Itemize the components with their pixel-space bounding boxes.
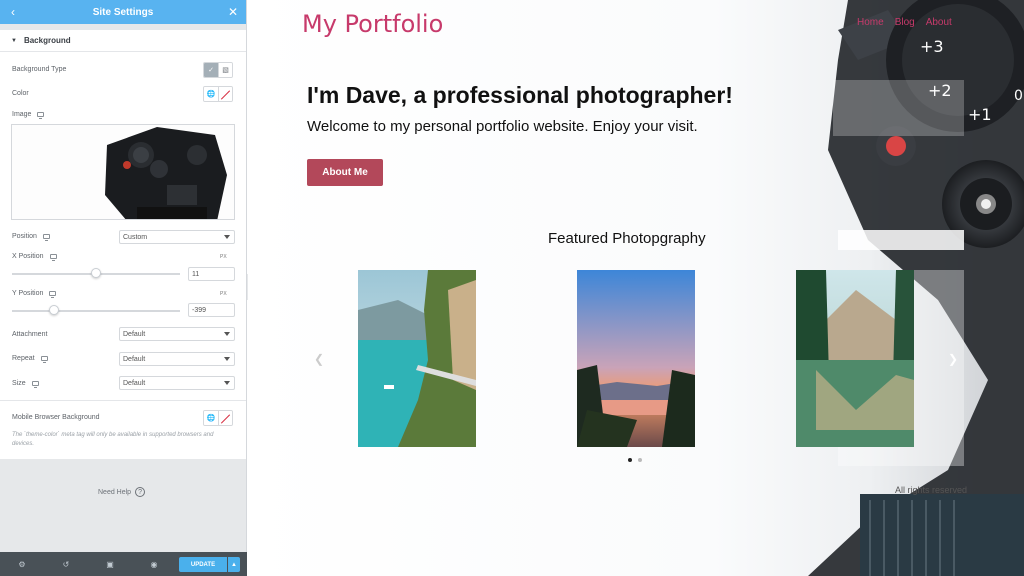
history-icon[interactable]: ↺ <box>44 552 88 576</box>
size-select[interactable]: Default <box>119 376 235 390</box>
footer-copyright: All rights reserved <box>895 485 968 495</box>
camera-thumbnail <box>12 125 234 219</box>
close-icon[interactable]: ✕ <box>226 5 240 19</box>
x-position-label: X Position <box>12 253 57 261</box>
color-controls: 🌐 <box>203 86 233 102</box>
position-text: Position <box>12 233 37 240</box>
attachment-select[interactable]: Default <box>119 327 235 341</box>
panel-title: Site Settings <box>92 6 154 18</box>
carousel-prev-icon[interactable]: ❮ <box>314 352 324 366</box>
update-options-icon[interactable]: ▲ <box>228 557 240 572</box>
x-slider-handle[interactable] <box>91 268 101 278</box>
repeat-select-value: Default <box>123 355 146 363</box>
attachment-select-value: Default <box>123 330 146 338</box>
update-button[interactable]: UPDATE <box>179 557 227 572</box>
x-position-text: X Position <box>12 253 44 260</box>
site-settings-panel: ‹ Site Settings ✕ ▼ Background Backgroun… <box>0 0 247 576</box>
globe-icon[interactable]: 🌐 <box>204 87 218 101</box>
back-icon[interactable]: ‹ <box>6 5 20 19</box>
monitor-icon <box>40 356 48 363</box>
question-icon: ? <box>135 487 146 497</box>
chevron-down-icon <box>224 357 230 361</box>
position-select-value: Custom <box>123 233 148 241</box>
featured-section-title: Featured Photopgraphy <box>548 230 706 247</box>
y-unit-select[interactable]: PX <box>220 291 227 297</box>
featured-photo-coast[interactable] <box>358 270 476 447</box>
caret-down-icon: ▼ <box>11 37 17 44</box>
nav-about[interactable]: About <box>926 17 952 28</box>
settings-gear-icon[interactable]: ⚙ <box>0 552 44 576</box>
site-logo-title[interactable]: My Portfolio <box>302 10 443 38</box>
nav-home[interactable]: Home <box>857 17 884 28</box>
monitor-icon <box>49 254 57 261</box>
size-select-value: Default <box>123 379 146 387</box>
monitor-icon <box>49 291 57 298</box>
repeat-text: Repeat <box>12 355 35 362</box>
attachment-text: Attachment <box>12 331 48 338</box>
background-type-group: ✓ ▧ <box>203 62 233 78</box>
size-label: Size <box>12 380 39 388</box>
need-help-link[interactable]: Need Help ? <box>98 487 146 497</box>
repeat-label: Repeat <box>12 355 48 363</box>
mobile-browser-bg-label: Mobile Browser Background <box>12 414 100 421</box>
hero-heading: I'm Dave, a professional photographer! <box>307 82 733 108</box>
mobile-color-swatch[interactable] <box>218 411 232 425</box>
y-position-text: Y Position <box>12 290 44 297</box>
section-title: Background <box>23 36 71 45</box>
globe-icon[interactable]: 🌐 <box>204 411 218 425</box>
mobile-color-controls: 🌐 <box>203 410 233 426</box>
gradient-icon[interactable]: ▧ <box>218 63 232 77</box>
preview-eye-icon[interactable]: ◉ <box>132 552 176 576</box>
size-text: Size <box>12 380 26 387</box>
carousel-dot-2[interactable] <box>638 458 642 462</box>
carousel-next-icon[interactable]: ❯ <box>948 352 958 366</box>
monitor-icon <box>31 381 39 388</box>
site-navigation: Home Blog About <box>857 17 952 28</box>
nav-blog[interactable]: Blog <box>895 17 915 28</box>
need-help-text: Need Help <box>98 488 132 496</box>
divider <box>0 400 246 401</box>
background-type-text: Background Type <box>12 66 67 73</box>
panel-footer: ⚙ ↺ ▣ ◉ UPDATE ▲ <box>0 552 247 576</box>
panel-body: ▼ Background Background Type ✓ ▧ Color 🌐… <box>0 30 246 459</box>
chevron-down-icon <box>224 235 230 239</box>
color-text: Color <box>12 90 29 97</box>
color-label: Color <box>12 90 29 97</box>
y-value: -399 <box>192 306 207 314</box>
x-position-input[interactable]: 11 <box>188 267 235 281</box>
position-select[interactable]: Custom <box>119 230 235 244</box>
mobile-browser-bg-text: Mobile Browser Background <box>12 414 100 421</box>
x-value: 11 <box>192 270 200 278</box>
image-preview[interactable] <box>11 124 235 220</box>
monitor-icon <box>42 234 50 241</box>
y-position-input[interactable]: -399 <box>188 303 235 317</box>
hero-subheading: Welcome to my personal portfolio website… <box>307 118 698 135</box>
site-preview: +3 +2 +1 0 My Portfolio Home Blog About … <box>248 0 1024 576</box>
repeat-select[interactable]: Default <box>119 352 235 366</box>
y-slider-track[interactable] <box>12 310 180 312</box>
image-label: Image <box>12 111 45 119</box>
monitor-icon <box>37 112 45 119</box>
attachment-label: Attachment <box>12 331 47 338</box>
color-picker-swatch[interactable] <box>218 87 232 101</box>
x-unit-select[interactable]: PX <box>220 254 227 260</box>
carousel-dot-1[interactable] <box>628 458 632 462</box>
featured-photo-sunset[interactable] <box>577 270 695 447</box>
position-label: Position <box>12 233 50 241</box>
featured-photo-lake[interactable] <box>796 270 914 447</box>
background-type-label: Background Type <box>12 66 66 73</box>
background-section-toggle[interactable]: ▼ Background <box>0 30 246 52</box>
theme-color-note: The `theme-color` meta tag will only be … <box>12 432 214 447</box>
panel-header: ‹ Site Settings ✕ <box>0 0 246 24</box>
about-me-button[interactable]: About Me <box>307 159 383 186</box>
chevron-down-icon <box>224 332 230 336</box>
responsive-mode-icon[interactable]: ▣ <box>88 552 132 576</box>
classic-brush-icon[interactable]: ✓ <box>204 63 218 77</box>
y-slider-handle[interactable] <box>49 305 59 315</box>
y-position-label: Y Position <box>12 290 57 298</box>
image-text: Image <box>12 111 32 118</box>
chevron-down-icon <box>224 381 230 385</box>
